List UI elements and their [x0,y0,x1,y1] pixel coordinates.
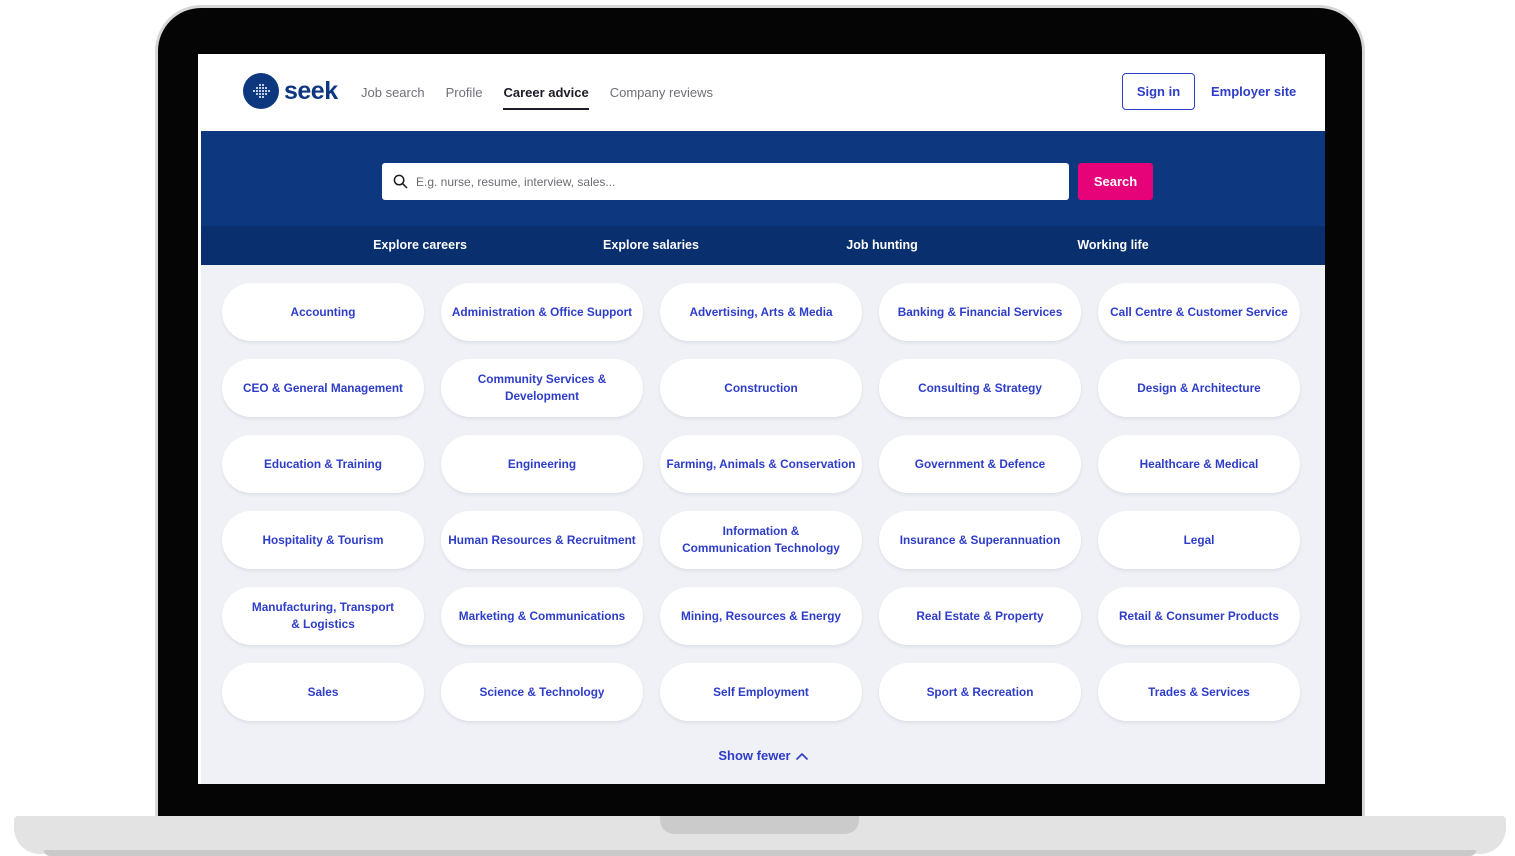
category-pill[interactable]: Retail & Consumer Products [1098,587,1300,645]
chevron-up-icon [795,752,808,760]
category-pill[interactable]: Self Employment [660,663,862,721]
career-subnav: Explore careers Explore salaries Job hun… [201,226,1325,265]
employer-site-link[interactable]: Employer site [1211,73,1296,110]
category-pill[interactable]: Consulting & Strategy [879,359,1081,417]
category-pill[interactable]: Banking & Financial Services [879,283,1081,341]
subnav-working-life[interactable]: Working life [1077,226,1148,265]
nav-career-advice[interactable]: Career advice [503,54,590,131]
category-pill[interactable]: CEO & General Management [222,359,424,417]
seek-logo-icon [243,73,279,109]
category-pill[interactable]: Hospitality & Tourism [222,511,424,569]
category-pill[interactable]: Science & Technology [441,663,643,721]
category-pill[interactable]: Healthcare & Medical [1098,435,1300,493]
category-pill[interactable]: Trades & Services [1098,663,1300,721]
search-button[interactable]: Search [1078,163,1153,200]
category-pill[interactable]: Community Services & Development [441,359,643,417]
laptop-notch [660,816,859,834]
category-pill[interactable]: Insurance & Superannuation [879,511,1081,569]
nav-profile[interactable]: Profile [446,54,483,131]
category-pill[interactable]: Sport & Recreation [879,663,1081,721]
search-input[interactable] [416,174,1056,189]
category-pill[interactable]: Engineering [441,435,643,493]
category-pill[interactable]: Mining, Resources & Energy [660,587,862,645]
category-pill[interactable]: Real Estate & Property [879,587,1081,645]
category-pill[interactable]: Information & Communication Technology [660,511,862,569]
category-grid: Accounting Administration & Office Suppo… [222,283,1300,721]
category-pill[interactable]: Education & Training [222,435,424,493]
search-icon [393,174,409,190]
category-pill[interactable]: Marketing & Communications [441,587,643,645]
laptop-base-shadow [44,850,1476,856]
category-pill[interactable]: Legal [1098,511,1300,569]
nav-job-search[interactable]: Job search [361,54,425,131]
category-pill[interactable]: Farming, Animals & Conservation [660,435,862,493]
subnav-explore-careers[interactable]: Explore careers [373,226,467,265]
category-pill[interactable]: Administration & Office Support [441,283,643,341]
category-pill[interactable]: Sales [222,663,424,721]
logo-text: seek [284,77,338,105]
category-pill[interactable]: Human Resources & Recruitment [441,511,643,569]
sign-in-button[interactable]: Sign in [1122,73,1195,110]
screen: seek Job search Profile Career advice Co… [201,54,1325,784]
show-fewer-label: Show fewer [718,748,791,763]
search-hero: Search [201,131,1325,226]
category-pill[interactable]: Manufacturing, Transport & Logistics [222,587,424,645]
subnav-explore-salaries[interactable]: Explore salaries [603,226,699,265]
category-pill[interactable]: Design & Architecture [1098,359,1300,417]
main-nav: Job search Profile Career advice Company… [361,54,734,131]
category-pill[interactable]: Accounting [222,283,424,341]
category-pill[interactable]: Construction [660,359,862,417]
subnav-job-hunting[interactable]: Job hunting [846,226,918,265]
category-pill[interactable]: Call Centre & Customer Service [1098,283,1300,341]
show-fewer-button[interactable]: Show fewer [201,748,1325,763]
search-box [382,163,1069,200]
nav-company-reviews[interactable]: Company reviews [610,54,713,131]
category-pill[interactable]: Government & Defence [879,435,1081,493]
site-header: seek Job search Profile Career advice Co… [201,54,1325,131]
category-pill[interactable]: Advertising, Arts & Media [660,283,862,341]
seek-logo[interactable]: seek [243,73,338,109]
